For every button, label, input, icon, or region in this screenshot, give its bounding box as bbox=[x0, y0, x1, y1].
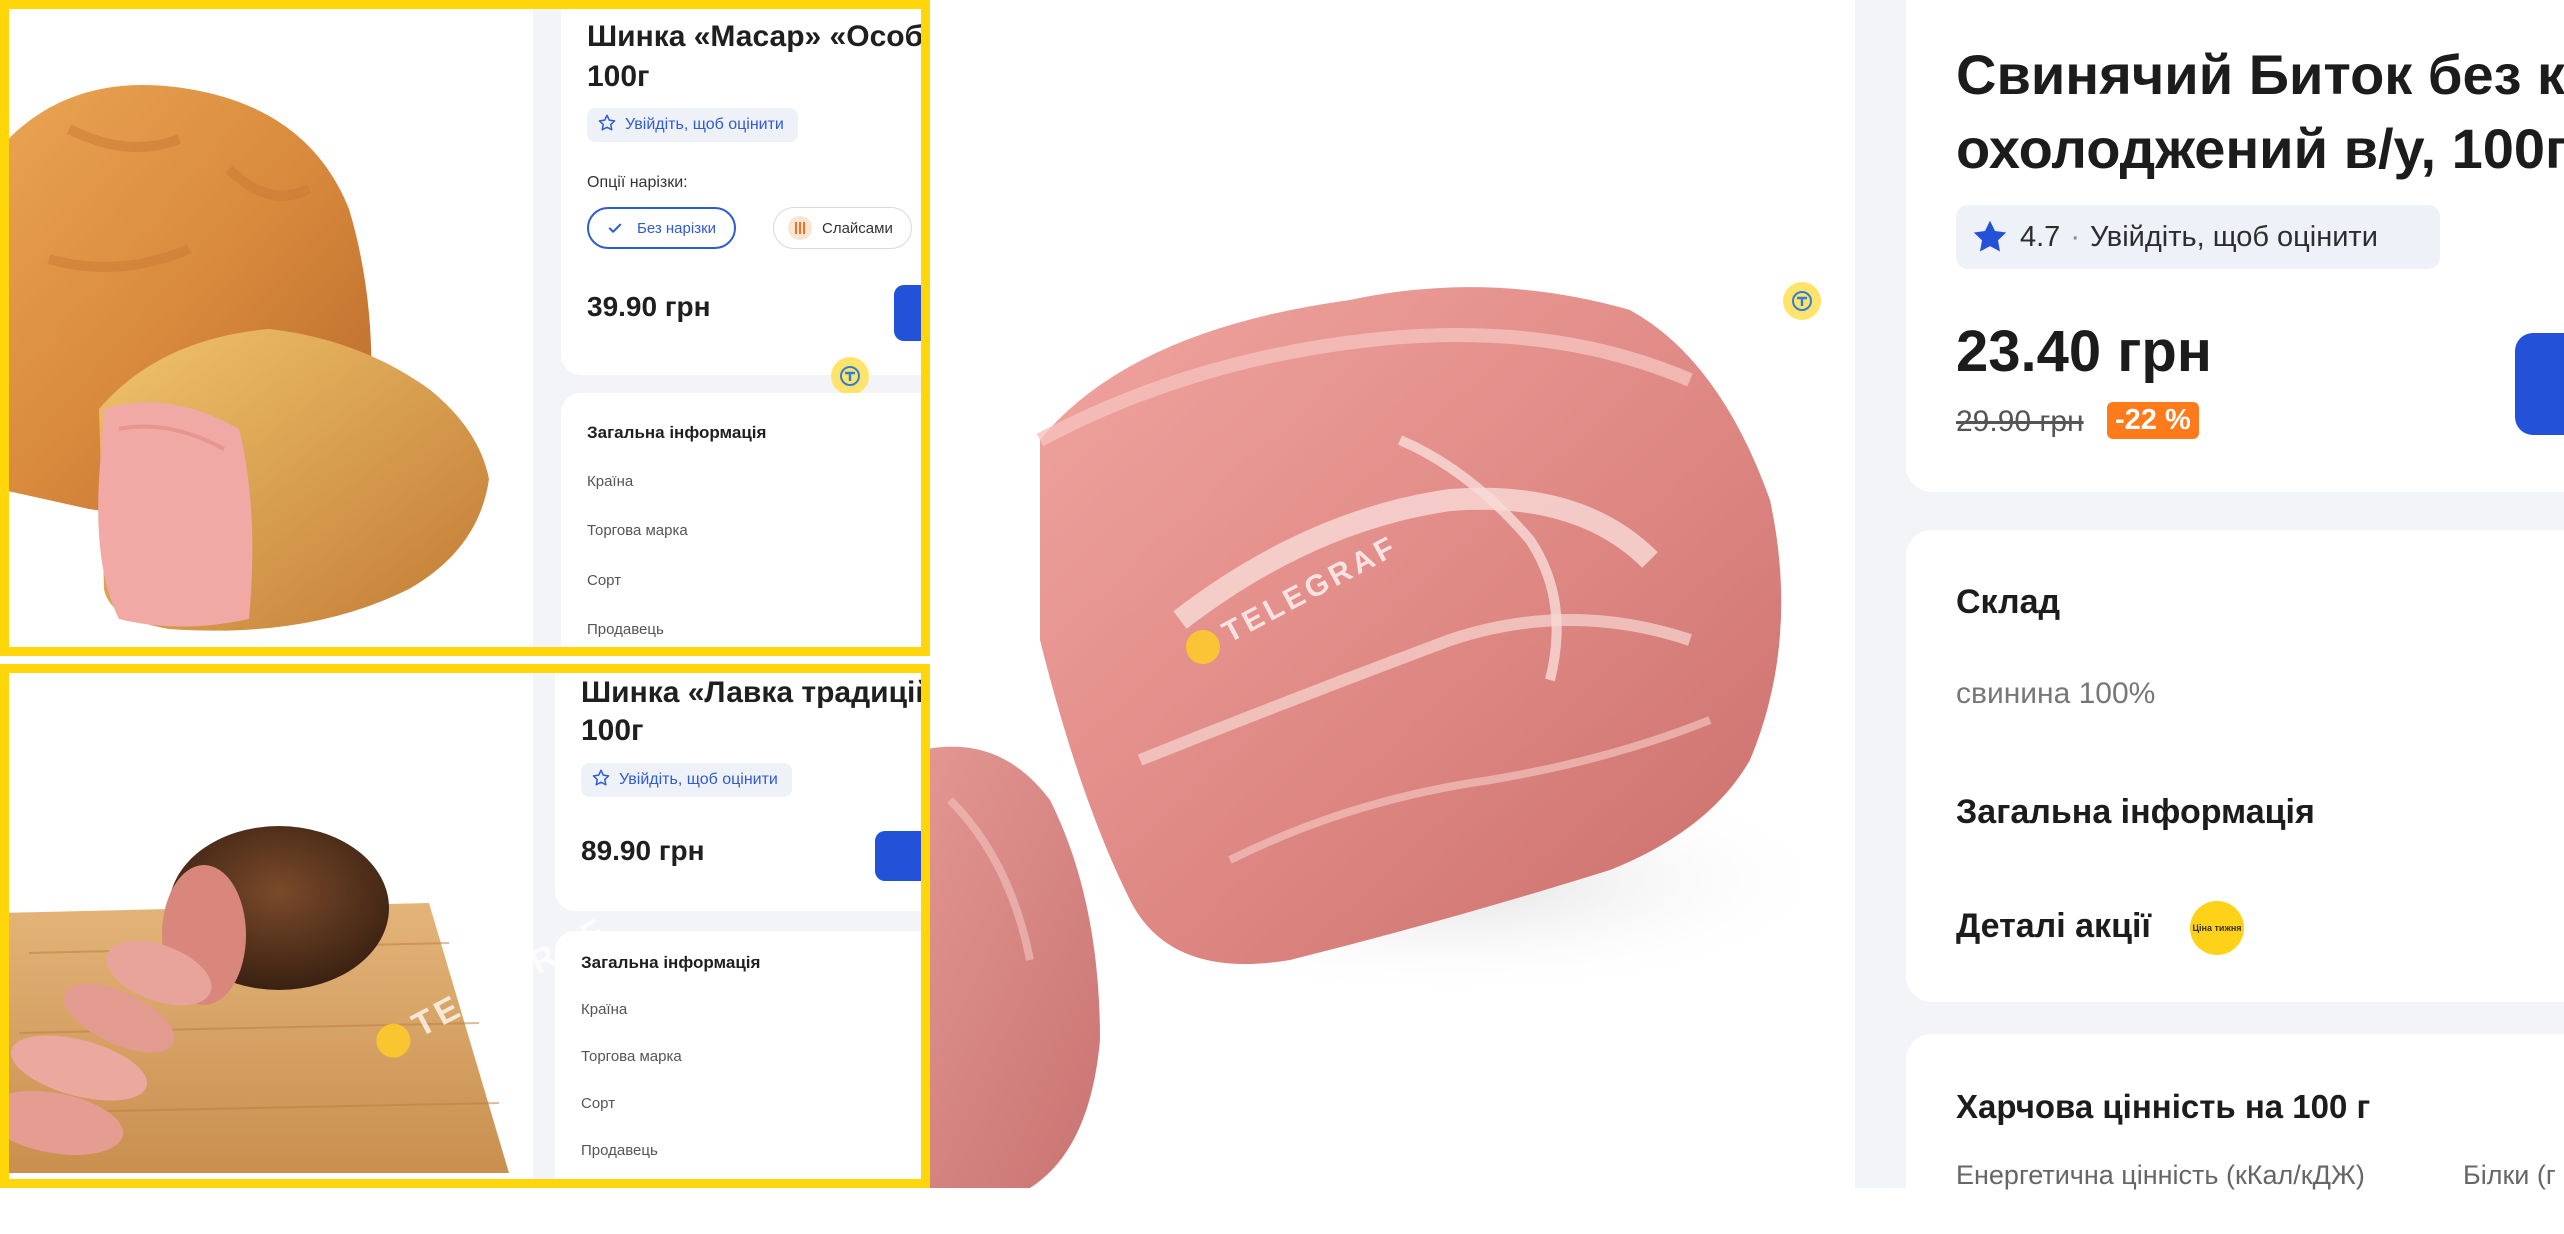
add-to-cart-button[interactable] bbox=[2515, 333, 2564, 435]
product-card-ham-masar: Шинка «Масар» «Особ 100г Увійдіть, щоб о… bbox=[561, 9, 921, 375]
slicing-options-label: Опції нарізки: bbox=[587, 174, 688, 191]
rating-login-text[interactable]: Увійдіть, щоб оцінити bbox=[2090, 221, 2378, 254]
current-price: 23.40 грн bbox=[1956, 319, 2212, 384]
nutrition-col-energy: Енергетична цінність (кКал/кДЖ) bbox=[1956, 1160, 2365, 1190]
info-row-seller: Продавець bbox=[581, 1142, 658, 1159]
product-price: 39.90 грн bbox=[587, 291, 711, 322]
promo-details-heading[interactable]: Деталі акції bbox=[1956, 907, 2151, 946]
product-image-ham-lavka bbox=[9, 673, 533, 1179]
discount-badge: -22 % bbox=[2107, 402, 2199, 439]
rating-login-text: Увійдіть, щоб оцінити bbox=[619, 771, 778, 788]
info-row-grade: Сорт bbox=[587, 572, 622, 589]
general-info-heading: Загальна інформація bbox=[587, 423, 767, 442]
composition-heading[interactable]: Склад bbox=[1956, 583, 2060, 622]
add-to-cart-button[interactable] bbox=[875, 831, 921, 881]
general-info-card: Загальна інформація Країна Торгова марка… bbox=[555, 931, 921, 1179]
add-to-cart-button[interactable] bbox=[894, 285, 921, 341]
nutrition-card bbox=[1906, 1034, 2564, 1234]
product-image-ham-masar bbox=[9, 9, 533, 647]
general-info-heading[interactable]: Загальна інформація bbox=[1956, 793, 2315, 832]
rating-separator: · bbox=[2070, 220, 2080, 253]
rating-login-text: Увійдіть, щоб оцінити bbox=[625, 116, 784, 133]
main-title-line2: охолоджений в/у, 100г bbox=[1956, 117, 2564, 180]
star-outline-icon bbox=[597, 113, 617, 138]
info-row-country: Країна bbox=[581, 1001, 628, 1018]
info-row-country: Країна bbox=[587, 473, 634, 490]
rating-value: 4.7 bbox=[2020, 220, 2061, 253]
main-rating-pill[interactable]: 4.7 · Увійдіть, щоб оцінити bbox=[1956, 205, 2440, 269]
slices-icon bbox=[788, 216, 812, 240]
slicing-option-none[interactable]: Без нарізки bbox=[587, 207, 737, 249]
info-row-brand: Торгова марка bbox=[587, 522, 688, 539]
slicing-option-none-label: Без нарізки bbox=[637, 219, 717, 237]
product-title-line1[interactable]: Шинка «Масар» «Особ bbox=[587, 17, 921, 57]
rating-login-pill[interactable]: Увійдіть, щоб оцінити bbox=[581, 763, 792, 797]
info-row-seller: Продавець bbox=[587, 621, 664, 638]
product-title-line1[interactable]: Шинка «Лавка традицій» bbox=[581, 673, 921, 713]
composition-text: свинина 100% bbox=[1956, 677, 2156, 710]
price-of-week-text: Ціна тижня bbox=[2192, 922, 2242, 933]
slicing-option-slices[interactable]: Слайсами bbox=[773, 207, 912, 249]
nutrition-heading[interactable]: Харчова цінність на 100 г bbox=[1956, 1088, 2370, 1126]
main-product-title: Свинячий Биток без кіс охолоджений в/у, … bbox=[1956, 38, 2564, 186]
product-title-line2[interactable]: 100г bbox=[587, 57, 650, 97]
info-row-brand: Торгова марка bbox=[581, 1048, 682, 1065]
rating-login-pill[interactable]: Увійдіть, щоб оцінити bbox=[587, 108, 798, 142]
star-outline-icon bbox=[591, 768, 611, 793]
product-title-line2[interactable]: 100г bbox=[581, 711, 644, 751]
telegraf-logo-icon bbox=[1783, 282, 1821, 320]
star-icon bbox=[1970, 217, 2010, 257]
info-row-grade: Сорт bbox=[581, 1095, 616, 1112]
nutrition-col-protein: Білки (г bbox=[2463, 1160, 2556, 1190]
product-panel-ham-lavka: TELEGRAF Шинка «Лавка традицій» 100г Уві… bbox=[0, 664, 930, 1188]
price-of-week-badge: Ціна тижня bbox=[2190, 901, 2244, 955]
general-info-card: Загальна інформація Країна Торгова марка… bbox=[561, 393, 921, 647]
product-panel-ham-masar: Шинка «Масар» «Особ 100г Увійдіть, щоб о… bbox=[0, 0, 930, 656]
telegraf-logo-icon bbox=[831, 357, 869, 395]
old-price: 29.90 грн bbox=[1956, 405, 2084, 438]
general-info-heading: Загальна інформація bbox=[581, 953, 761, 972]
main-product-image: TELEGRAF bbox=[930, 0, 1855, 1188]
slicing-option-slices-label: Слайсами bbox=[822, 219, 893, 237]
product-price: 89.90 грн bbox=[581, 835, 705, 866]
product-card-ham-lavka: Шинка «Лавка традицій» 100г Увійдіть, що… bbox=[555, 673, 921, 911]
check-icon bbox=[603, 216, 627, 240]
main-title-line1: Свинячий Биток без кіс bbox=[1956, 43, 2564, 106]
